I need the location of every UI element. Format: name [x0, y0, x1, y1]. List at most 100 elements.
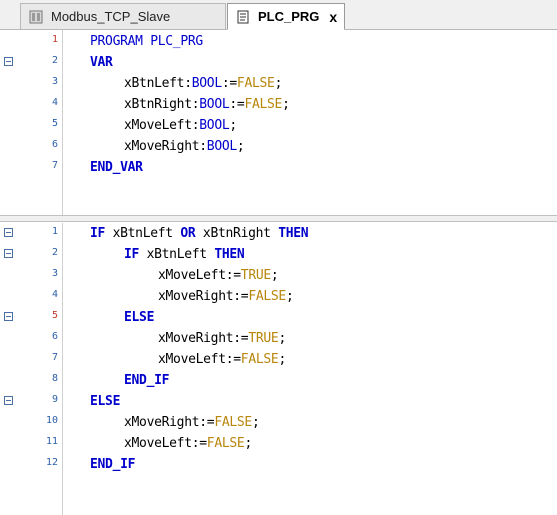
code-line[interactable]: 4 xBtnRight:BOOL:=FALSE; [0, 95, 557, 116]
collapse-icon[interactable] [4, 228, 13, 237]
code-text: IF xBtnLeft OR xBtnRight THEN [90, 226, 309, 241]
literal: TRUE [240, 268, 271, 283]
literal: FALSE [240, 352, 279, 367]
tab-label: PLC_PRG [258, 9, 320, 24]
collapse-icon[interactable] [4, 249, 13, 258]
line-number: 6 [51, 139, 58, 150]
device-icon [29, 10, 43, 24]
code-line[interactable]: 10 xMoveRight:=FALSE; [0, 413, 557, 434]
implementation-editor[interactable]: 1 IF xBtnLeft OR xBtnRight THEN 2 IF xBtnLe… [0, 223, 557, 515]
code-text: xBtnRight:BOOL:=FALSE; [124, 97, 290, 112]
code-text: END_VAR [90, 160, 143, 175]
close-tab-icon[interactable]: x [329, 9, 337, 25]
line-number: 11 [45, 436, 58, 447]
program-icon [236, 10, 250, 24]
code-line[interactable]: 5 ELSE [0, 308, 557, 329]
code-text: VAR [90, 55, 113, 70]
identifier: ; [229, 118, 237, 133]
identifier: xBtnLeft [139, 247, 215, 262]
code-line[interactable]: 11 xMoveLeft:=FALSE; [0, 434, 557, 455]
line-number: 3 [51, 268, 58, 279]
code-text: xMoveRight:=TRUE; [158, 331, 286, 346]
keyword: ELSE [124, 310, 155, 325]
code-line[interactable]: 3 xBtnLeft:BOOL:=FALSE; [0, 74, 557, 95]
line-number: 10 [45, 415, 58, 426]
code-text: xMoveLeft:BOOL; [124, 118, 237, 133]
keyword: END_IF [124, 373, 170, 388]
code-text: xMoveRight:BOOL; [124, 139, 245, 154]
code-line[interactable]: 9 ELSE [0, 392, 557, 413]
type-name: BOOL [206, 139, 237, 154]
identifier: := [221, 76, 237, 91]
line-number: 4 [51, 289, 58, 300]
identifier: ; [236, 139, 245, 154]
identifier: xMoveLeft:= [158, 268, 241, 283]
identifier: ; [285, 289, 294, 304]
line-number: 12 [45, 457, 58, 468]
code-line[interactable]: 12 END_IF [0, 455, 557, 476]
line-number: 7 [51, 160, 58, 171]
code-line[interactable]: 2 VAR [0, 53, 557, 74]
code-line[interactable]: 8 END_IF [0, 371, 557, 392]
identifier: ; [270, 268, 279, 283]
keyword: END_VAR [90, 160, 143, 175]
keyword: IF [90, 226, 106, 241]
code-text: xMoveLeft:=TRUE; [158, 268, 279, 283]
code-text: xBtnLeft:BOOL:=FALSE; [124, 76, 282, 91]
collapse-icon[interactable] [4, 312, 13, 321]
declaration-editor[interactable]: 1 PROGRAM PLC_PRG 2 VAR 3 xBtnLeft:BOOL:=FALS… [0, 30, 557, 215]
keyword: END_IF [90, 457, 136, 472]
code-line[interactable]: 3 xMoveLeft:=TRUE; [0, 266, 557, 287]
type-name: BOOL [191, 76, 222, 91]
line-number: 2 [51, 55, 58, 66]
identifier: ; [244, 436, 252, 451]
line-number: 2 [51, 247, 58, 258]
code-line[interactable]: 1 IF xBtnLeft OR xBtnRight THEN [0, 224, 557, 245]
literal: TRUE [248, 331, 279, 346]
tab-modbus-tcp-slave[interactable]: Modbus_TCP_Slave [20, 3, 226, 29]
code-text: END_IF [124, 373, 169, 388]
code-line[interactable]: 7 xMoveLeft:=FALSE; [0, 350, 557, 371]
code-line[interactable]: 6 xMoveRight:BOOL; [0, 137, 557, 158]
identifier: xMoveRight: [124, 139, 207, 154]
tab-label: Modbus_TCP_Slave [51, 9, 171, 24]
line-number: 1 [51, 34, 58, 45]
literal: FALSE [214, 415, 252, 430]
identifier: xMoveLeft:= [158, 352, 241, 367]
editor-splitter[interactable] [0, 215, 557, 222]
keyword: OR [180, 226, 196, 241]
keyword: THEN [214, 247, 245, 262]
code-text: IF xBtnLeft THEN [124, 247, 245, 262]
code-line[interactable]: 1 PROGRAM PLC_PRG [0, 32, 557, 53]
code-text: xMoveLeft:=FALSE; [124, 436, 252, 451]
code-line[interactable]: 2 IF xBtnLeft THEN [0, 245, 557, 266]
keyword: PROGRAM PLC_PRG [90, 34, 203, 49]
line-number: 4 [51, 97, 58, 108]
code-line[interactable]: 4 xMoveRight:=FALSE; [0, 287, 557, 308]
identifier: ; [278, 331, 286, 346]
tab-plc-prg[interactable]: PLC_PRG x [227, 3, 345, 30]
code-line[interactable]: 7 END_VAR [0, 158, 557, 179]
identifier: ; [282, 97, 290, 112]
identifier: xBtnRight: [124, 97, 200, 112]
literal: FALSE [206, 436, 245, 451]
identifier: ; [274, 76, 283, 91]
line-number: 7 [51, 352, 58, 363]
code-line[interactable]: 6 xMoveRight:=TRUE; [0, 329, 557, 350]
code-text: ELSE [124, 310, 154, 325]
identifier: xMoveRight:= [124, 415, 215, 430]
line-number: 3 [51, 76, 58, 87]
line-number: 8 [51, 373, 58, 384]
collapse-icon[interactable] [4, 396, 13, 405]
identifier: ; [251, 415, 260, 430]
identifier: := [229, 97, 245, 112]
keyword: ELSE [90, 394, 121, 409]
identifier: xMoveRight:= [158, 289, 249, 304]
collapse-icon[interactable] [4, 57, 13, 66]
code-text: PROGRAM PLC_PRG [90, 34, 203, 49]
keyword: IF [124, 247, 140, 262]
identifier: xMoveRight:= [158, 331, 249, 346]
literal: FALSE [236, 76, 275, 91]
code-line[interactable]: 5 xMoveLeft:BOOL; [0, 116, 557, 137]
code-text: xMoveRight:=FALSE; [124, 415, 260, 430]
